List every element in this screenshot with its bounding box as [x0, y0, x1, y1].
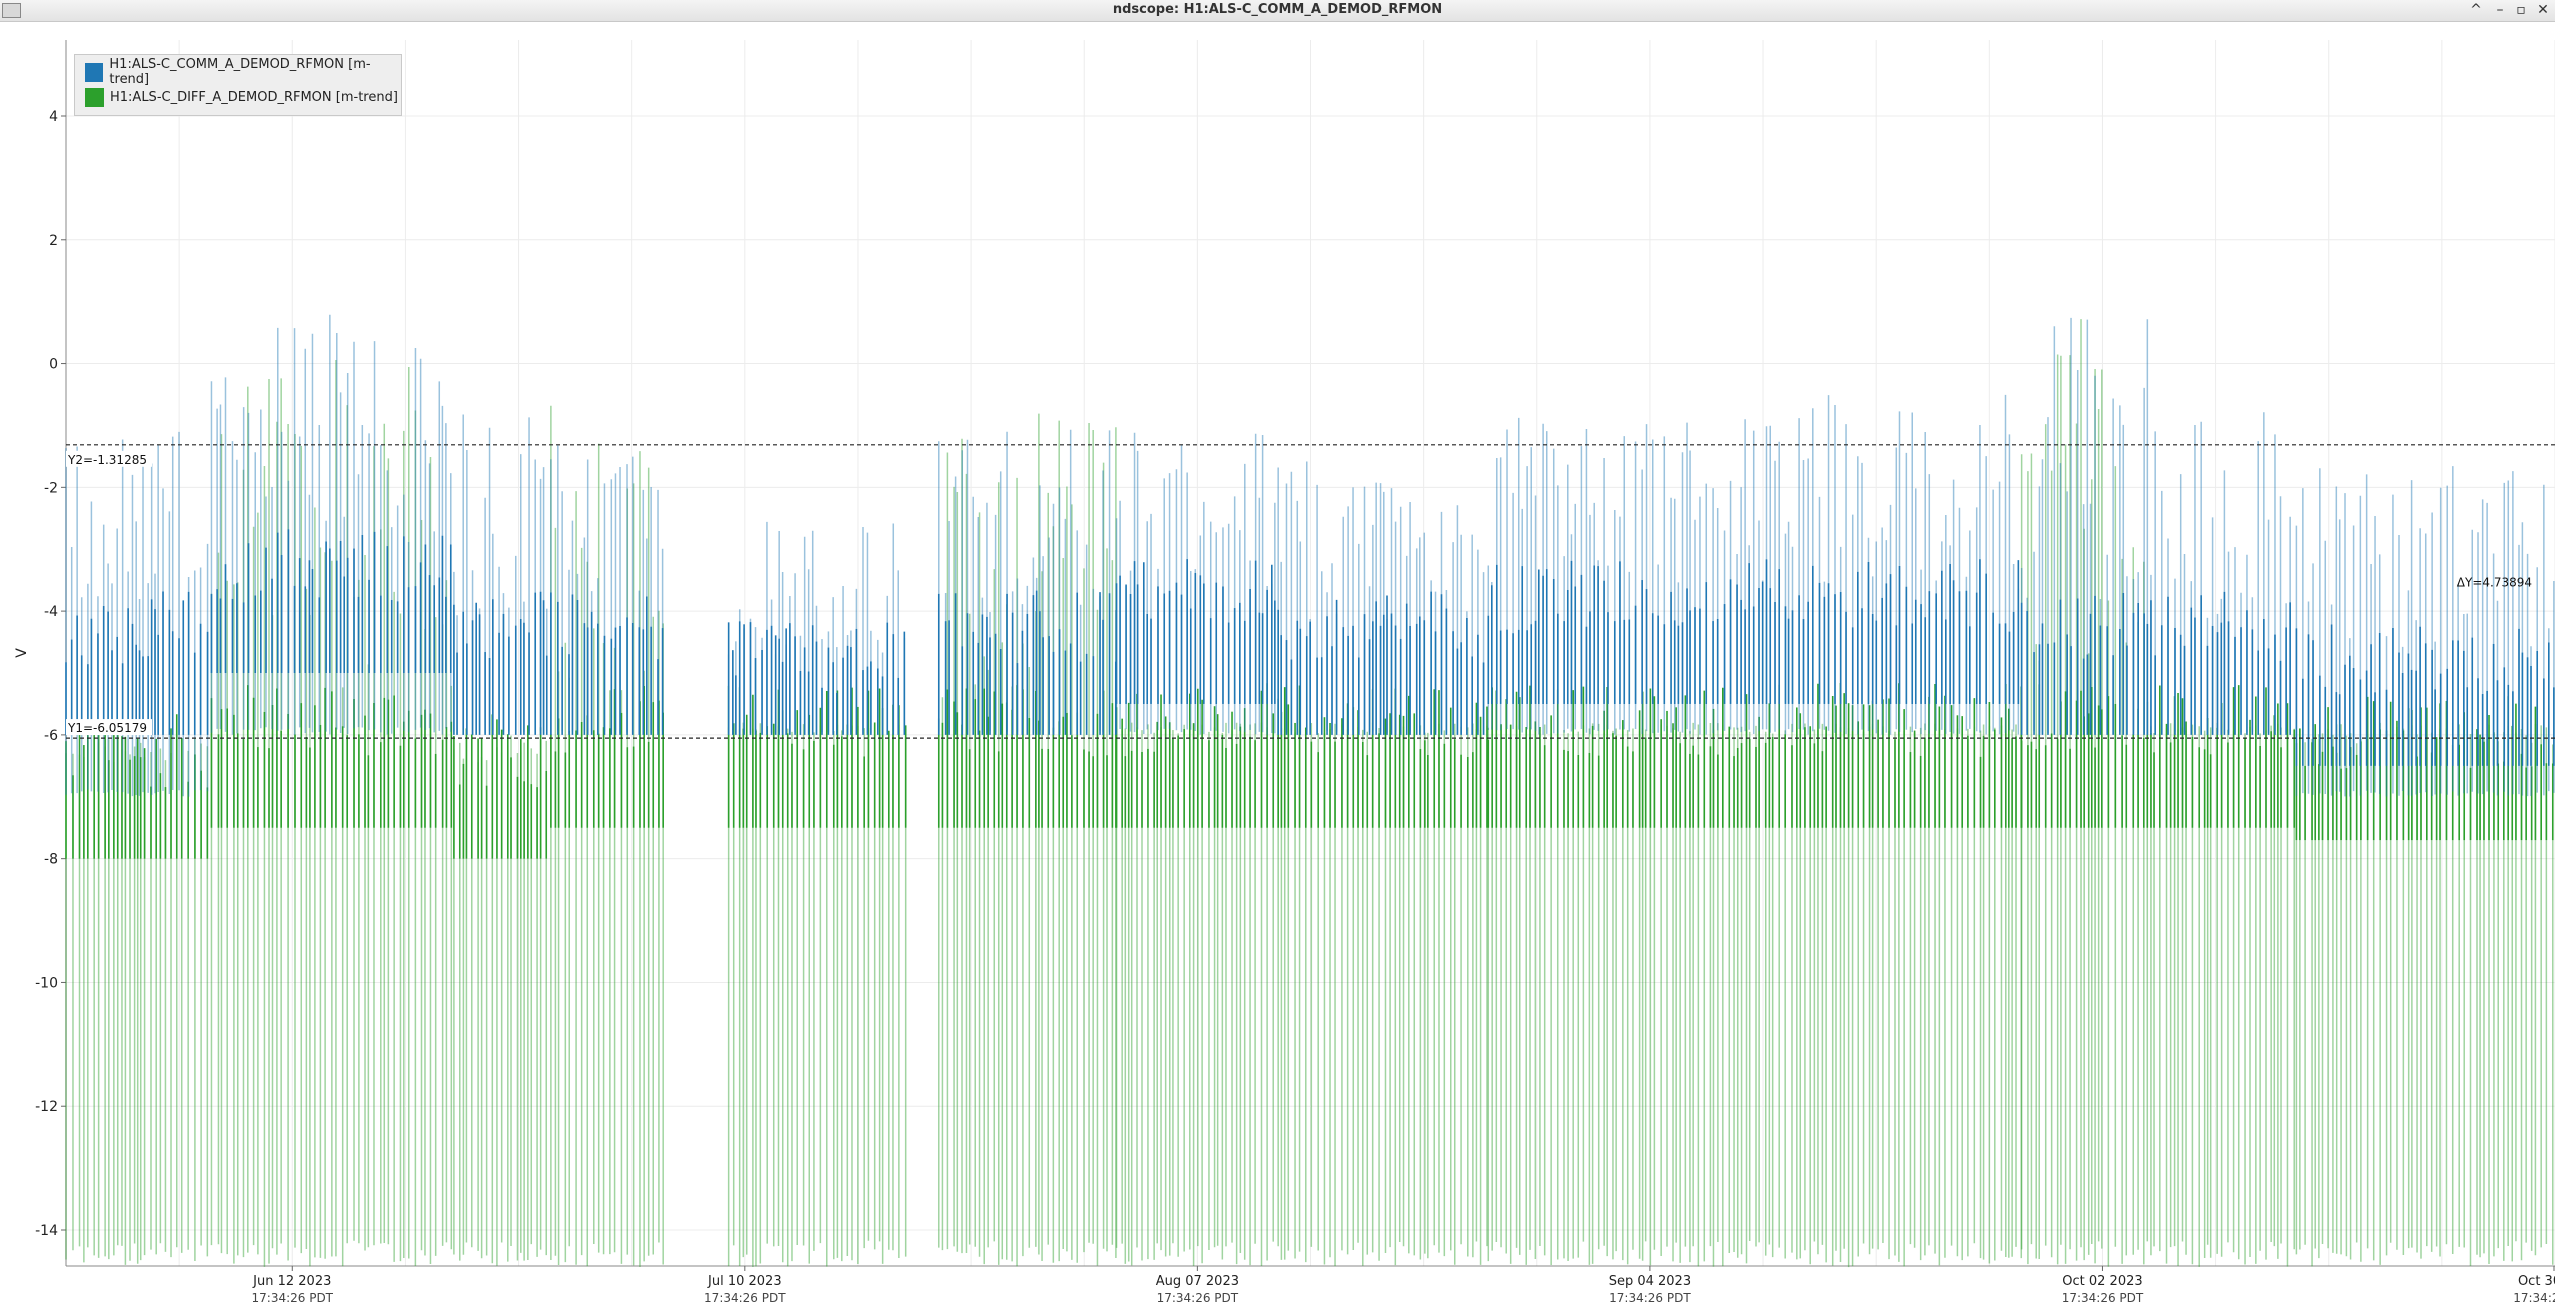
series-comm [65, 314, 2555, 797]
y-tick-label: -10 [35, 975, 58, 991]
series-segment [1778, 394, 2020, 735]
series-segment [2295, 696, 2554, 1267]
series-segment [2150, 412, 2291, 735]
x-tick-label: 17:34:26 PDT [252, 1291, 334, 1304]
plot-area[interactable]: 4 2 0 -2 -4 -6 -8 -10 -12 -14 V Jun 12 2023 17:34:26… [0, 21, 2555, 1304]
series-segment [1115, 683, 1275, 1266]
legend-swatch-diff [85, 87, 104, 107]
x-tick-label: 17:34:26 PDT [1609, 1291, 1691, 1304]
y-tick-label: -4 [44, 604, 58, 620]
y-tick-label: 0 [49, 357, 58, 373]
x-tick-label: 17:34:26 PDT [2513, 1291, 2555, 1304]
cursor-y2-label-text: Y2=-1.31285 [67, 453, 147, 467]
series-segment [1487, 685, 1774, 1267]
series-segment [1778, 682, 2023, 1268]
series-segment [453, 414, 548, 735]
x-tick-label: 17:34:26 PDT [1157, 1291, 1239, 1304]
series-segment [550, 405, 664, 1267]
y-tick-label: -8 [44, 852, 58, 868]
y-tick-label: -6 [44, 728, 58, 744]
legend-item-comm[interactable]: H1:ALS-C_COMM_A_DEMOD_RFMON [m-trend] [85, 57, 401, 87]
cursor-y1-label: Y1=-6.05179 [66, 719, 152, 736]
x-tick-label: 17:34:26 PDT [704, 1291, 786, 1304]
series-segment [2020, 319, 2149, 1267]
y-axis-label: V [14, 648, 30, 658]
legend-label-comm: H1:ALS-C_COMM_A_DEMOD_RFMON [m-trend] [109, 57, 371, 87]
series-segment [727, 685, 907, 1267]
series-segment [1277, 461, 1485, 735]
x-tick-label: 17:34:26 PDT [2062, 1291, 2144, 1304]
cursor-y1-label-text: Y1=-6.05179 [67, 721, 147, 735]
legend-swatch-comm [85, 62, 104, 82]
legend-label-diff: H1:ALS-C_DIFF_A_DEMOD_RFMON [m-trend] [110, 89, 398, 105]
series-segment [65, 714, 209, 1265]
cursor-y2-label: Y2=-1.31285 [66, 450, 152, 467]
window-titlebar: ndscope: H1:ALS-C_COMM_A_DEMOD_RFMON ^ –… [0, 0, 2555, 22]
series-segment [1115, 432, 1276, 735]
x-tick-label: Oct 02 2023 [2062, 1274, 2142, 1289]
series-segment [727, 521, 906, 735]
shade-button[interactable]: ^ [2466, 0, 2486, 21]
series-segment [2150, 685, 2296, 1267]
legend: H1:ALS-C_COMM_A_DEMOD_RFMON [m-trend] H1… [74, 54, 402, 116]
y-tick-label: -12 [35, 1099, 58, 1115]
series-segment [65, 431, 209, 797]
x-tick-label: Oct 30 202 [2518, 1274, 2555, 1289]
maximize-button[interactable]: ▫ [2511, 0, 2531, 21]
y-tick-label: 2 [49, 233, 58, 249]
y-tick-label: -2 [44, 480, 58, 496]
x-tick-label: Sep 04 2023 [1609, 1274, 1691, 1289]
y-tick-label: -14 [35, 1223, 58, 1239]
x-tick-label: Jul 10 2023 [707, 1274, 782, 1289]
series-segment [550, 445, 664, 735]
minimize-button[interactable]: – [2490, 0, 2510, 21]
close-button[interactable]: ✕ [2533, 0, 2553, 21]
cursor-delta-label: ΔY=4.73894 [2457, 575, 2532, 589]
series-segment [1487, 417, 1776, 735]
series-segment [453, 714, 548, 1266]
legend-item-diff[interactable]: H1:ALS-C_DIFF_A_DEMOD_RFMON [m-trend] [85, 87, 398, 107]
window-title: ndscope: H1:ALS-C_COMM_A_DEMOD_RFMON [1112, 2, 1443, 17]
series-segment [1277, 685, 1488, 1267]
y-tick-label: 4 [49, 109, 58, 125]
x-tick-label: Aug 07 2023 [1156, 1274, 1239, 1289]
series-segment [937, 413, 1117, 1267]
x-tick-label: Jun 12 2023 [252, 1274, 331, 1289]
